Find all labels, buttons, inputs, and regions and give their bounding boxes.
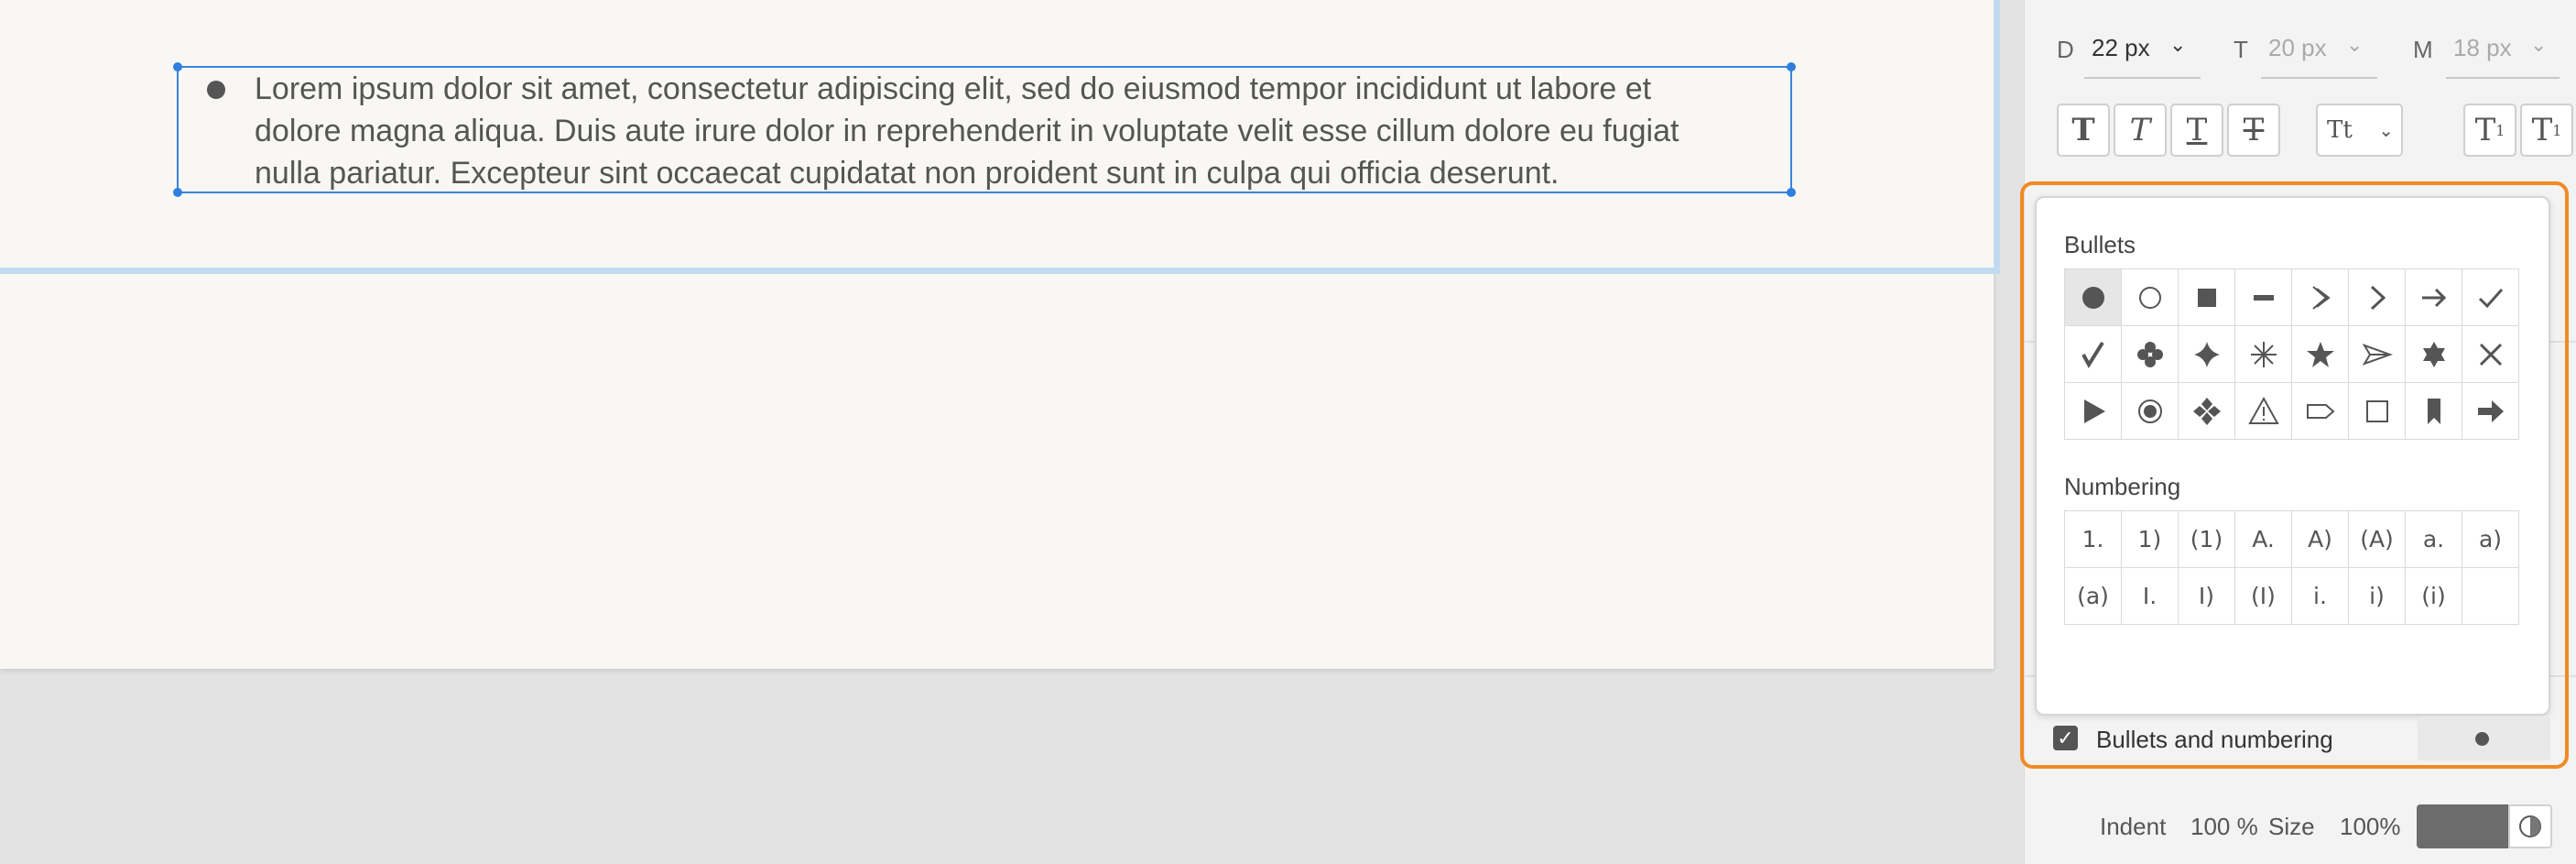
bullet-dot	[207, 81, 225, 99]
bullet-preview-icon	[2475, 732, 2489, 746]
resize-handle-bottom-right[interactable]	[1787, 188, 1796, 197]
chevron-down-icon: ⌄	[2378, 119, 2394, 141]
bullet-triangle-right-icon[interactable]	[2065, 383, 2122, 440]
resize-handle-top-right[interactable]	[1787, 62, 1796, 71]
text-line[interactable]: nulla pariatur. Excepteur sint occaecat …	[255, 152, 1560, 194]
numbering-option[interactable]: (A)	[2349, 511, 2406, 568]
bullet-diamond-icon[interactable]	[2179, 326, 2235, 383]
numbering-option[interactable]: A)	[2292, 511, 2349, 568]
chevron-down-icon: ⌄	[2346, 33, 2364, 56]
bullet-double-chevron-icon[interactable]	[2292, 269, 2349, 326]
resize-handle-bottom-left[interactable]	[173, 188, 182, 197]
numbering-option[interactable]: (i)	[2406, 568, 2462, 625]
mobile-size-dropdown[interactable]: M 18 px ⌄	[2413, 27, 2560, 79]
mobile-size-label: M	[2413, 36, 2433, 63]
text-box[interactable]: Lorem ipsum dolor sit amet, consectetur …	[173, 62, 1796, 197]
numbering-grid: 1. 1) (1) A. A) (A) a. a) (a) I. I) (I) …	[2064, 510, 2519, 625]
indent-label: Indent	[2100, 813, 2167, 840]
bullet-star-of-david-icon[interactable]	[2406, 326, 2462, 383]
superscript-icon[interactable]: T1	[2463, 104, 2516, 157]
indent-size-row: Indent 100 % Size 100%	[2024, 797, 2576, 852]
bullet-hollow-square-icon[interactable]	[2349, 383, 2406, 440]
bullets-grid	[2064, 268, 2519, 440]
color-wheel-icon	[2519, 815, 2541, 837]
numbering-heading: Numbering	[2064, 473, 2181, 500]
bullet-check-icon[interactable]	[2462, 269, 2519, 326]
canvas-area[interactable]: Lorem ipsum dolor sit amet, consectetur …	[0, 0, 2024, 864]
bullet-asterisk-icon[interactable]	[2235, 326, 2292, 383]
bullet-four-diamonds-icon[interactable]	[2179, 383, 2235, 440]
bullet-filled-square-icon[interactable]	[2179, 269, 2235, 326]
numbering-option[interactable]: (a)	[2065, 568, 2122, 625]
desktop-size-dropdown[interactable]: D 22 px ⌄	[2057, 27, 2201, 79]
page-break-guide	[0, 268, 2000, 274]
numbering-option[interactable]: i.	[2292, 568, 2349, 625]
bullet-bold-arrow-icon[interactable]	[2462, 383, 2519, 440]
mobile-size-value: 18 px	[2453, 34, 2512, 61]
bullet-x-mark-icon[interactable]	[2462, 326, 2519, 383]
bullet-clover-icon[interactable]	[2122, 326, 2179, 383]
numbering-option[interactable]: a)	[2462, 511, 2519, 568]
numbering-option[interactable]: A.	[2235, 511, 2292, 568]
bullet-tag-icon[interactable]	[2292, 383, 2349, 440]
bullets-and-numbering-checkbox[interactable]: ✓	[2053, 726, 2078, 750]
italic-icon[interactable]: T	[2114, 104, 2167, 157]
bullets-heading: Bullets	[2064, 231, 2136, 258]
numbering-option-empty	[2462, 568, 2519, 625]
numbering-option[interactable]: i)	[2349, 568, 2406, 625]
tablet-size-value: 20 px	[2268, 34, 2327, 61]
numbering-option[interactable]: a.	[2406, 511, 2462, 568]
text-case-icon[interactable]: Tt ⌄	[2316, 104, 2403, 157]
chevron-down-icon: ⌄	[2169, 33, 2187, 56]
bullet-paper-plane-icon[interactable]	[2349, 326, 2406, 383]
bullet-chevron-icon[interactable]	[2349, 269, 2406, 326]
desktop-size-value: 22 px	[2092, 34, 2150, 61]
page-edge-guide	[1994, 0, 2000, 273]
bullet-warning-icon[interactable]	[2235, 383, 2292, 440]
tablet-size-label: T	[2234, 36, 2248, 63]
numbering-option[interactable]: I)	[2179, 568, 2235, 625]
bullets-numbering-popup: Bullets Numbering 1. 1) (1) A. A) (A) a.…	[2035, 196, 2550, 716]
bullet-hollow-circle-icon[interactable]	[2122, 269, 2179, 326]
underline-icon[interactable]: T	[2170, 104, 2223, 157]
bold-icon[interactable]: T	[2057, 104, 2110, 157]
subscript-icon[interactable]: T1	[2520, 104, 2573, 157]
bullet-arrow-icon[interactable]	[2406, 269, 2462, 326]
indent-value[interactable]: 100 %	[2190, 813, 2258, 841]
size-label: Size	[2268, 813, 2315, 840]
bullet-check-alt-icon[interactable]	[2065, 326, 2122, 383]
text-line[interactable]: dolore magna aliqua. Duis aute irure dol…	[255, 110, 1679, 152]
resize-handle-top-left[interactable]	[173, 62, 182, 71]
numbering-option[interactable]: 1)	[2122, 511, 2179, 568]
numbering-option[interactable]: (I)	[2235, 568, 2292, 625]
strikethrough-icon[interactable]: T	[2227, 104, 2280, 157]
bullet-star-icon[interactable]	[2292, 326, 2349, 383]
page[interactable]: Lorem ipsum dolor sit amet, consectetur …	[0, 0, 1994, 669]
chevron-down-icon: ⌄	[2530, 33, 2548, 56]
tablet-size-dropdown[interactable]: T 20 px ⌄	[2234, 27, 2377, 79]
bullet-color-swatch[interactable]	[2417, 804, 2508, 848]
desktop-size-label: D	[2057, 36, 2074, 63]
bullets-and-numbering-row: ✓ Bullets and numbering	[2035, 716, 2550, 762]
text-line[interactable]: Lorem ipsum dolor sit amet, consectetur …	[255, 68, 1651, 110]
bullet-target-icon[interactable]	[2122, 383, 2179, 440]
bullet-dash-icon[interactable]	[2235, 269, 2292, 326]
bullet-bookmark-icon[interactable]	[2406, 383, 2462, 440]
bullet-style-dropdown[interactable]	[2418, 716, 2550, 760]
numbering-option[interactable]: I.	[2122, 568, 2179, 625]
bullets-and-numbering-label: Bullets and numbering	[2096, 726, 2333, 753]
numbering-option[interactable]: (1)	[2179, 511, 2235, 568]
color-picker-button[interactable]	[2508, 804, 2552, 848]
size-value[interactable]: 100%	[2340, 813, 2401, 841]
bullet-filled-circle-icon[interactable]	[2065, 269, 2122, 326]
numbering-option[interactable]: 1.	[2065, 511, 2122, 568]
